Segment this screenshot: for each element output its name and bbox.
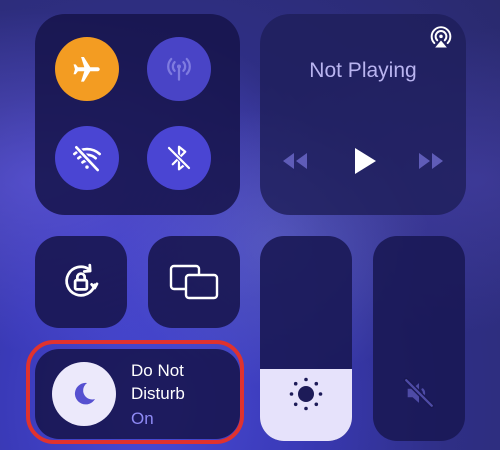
rotation-lock-toggle[interactable] [35,236,127,328]
screen-mirroring-icon [169,264,219,300]
sun-icon [289,377,323,411]
airplay-button[interactable] [427,23,455,51]
now-playing-module[interactable]: Not Playing [260,14,466,215]
media-controls [278,144,450,178]
bluetooth-off-icon [166,145,192,171]
now-playing-title: Not Playing [309,59,417,82]
wifi-toggle[interactable] [55,126,119,190]
rewind-button[interactable] [278,144,312,178]
airplay-icon [430,26,452,48]
do-not-disturb-icon-button [52,362,116,426]
bluetooth-toggle[interactable] [147,126,211,190]
moon-icon [74,382,95,405]
wifi-off-icon [73,144,101,173]
do-not-disturb-state: On [131,409,154,428]
fast-forward-icon [419,153,443,169]
speaker-muted-icon [403,377,435,409]
connectivity-module [35,14,240,215]
airplane-icon [73,56,100,82]
play-icon [355,148,376,174]
rotation-lock-icon [65,263,99,297]
screen-mirroring-button[interactable] [148,236,240,328]
play-button[interactable] [348,144,382,178]
rewind-icon [283,153,307,169]
airplane-mode-toggle[interactable] [55,37,119,101]
do-not-disturb-toggle[interactable]: Do Not Disturb On [35,349,240,439]
volume-slider[interactable] [373,236,465,441]
cellular-antenna-icon [167,57,191,81]
fast-forward-button[interactable] [414,144,448,178]
cellular-data-toggle[interactable] [147,37,211,101]
brightness-slider[interactable] [260,236,352,441]
do-not-disturb-label: Do Not Disturb [131,361,185,403]
